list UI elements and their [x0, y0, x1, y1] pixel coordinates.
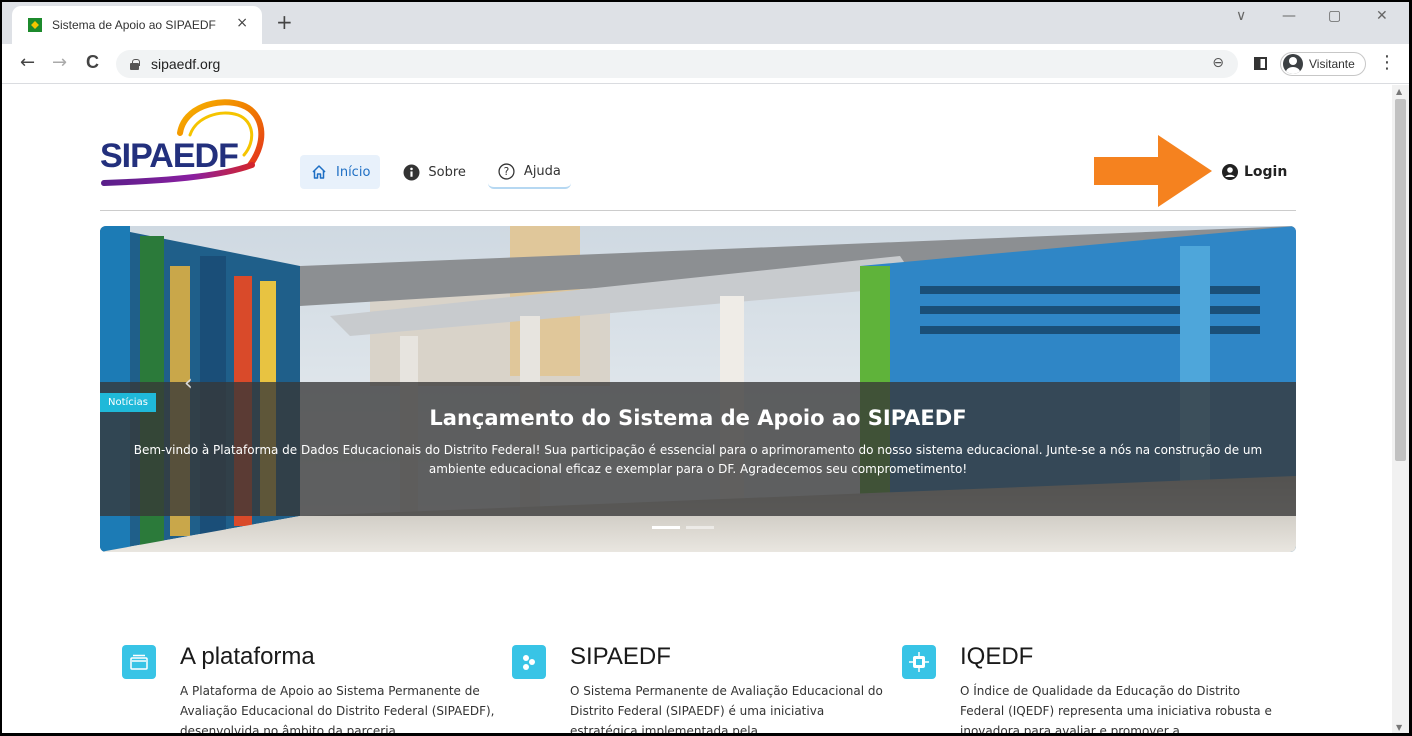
hero-carousel[interactable]: Notícias ‹ Lançamento do Sistema de Apoi… — [100, 226, 1296, 552]
tab-search-icon[interactable]: ∨ — [1236, 8, 1246, 24]
feature-iqedf: IQEDF O Índice de Qualidade da Educação … — [902, 643, 1292, 736]
close-window-button[interactable]: ✕ — [1376, 8, 1388, 24]
tab-title: Sistema de Apoio ao SIPAEDF — [52, 18, 216, 32]
network-icon — [512, 645, 546, 679]
feature-title: IQEDF — [960, 643, 1034, 670]
features-section: A plataforma A Plataforma de Apoio ao Si… — [122, 643, 1292, 736]
scroll-thumb[interactable] — [1395, 99, 1406, 461]
browser-toolbar: ← → C sipaedf.org ⊖ Visitante ⋮ — [0, 44, 1412, 84]
orange-arrow-icon — [1094, 135, 1212, 207]
carousel-indicators — [652, 526, 714, 529]
svg-text:?: ? — [504, 165, 510, 178]
reload-button[interactable]: C — [86, 52, 99, 73]
url-text: sipaedf.org — [151, 56, 221, 72]
site-logo[interactable]: SIPAEDF — [100, 97, 270, 189]
logo-text: SIPAEDF — [100, 137, 239, 175]
hero-title: Lançamento do Sistema de Apoio ao SIPAED… — [429, 406, 967, 430]
profile-name: Visitante — [1309, 57, 1355, 71]
feature-plataforma: A plataforma A Plataforma de Apoio ao Si… — [122, 643, 512, 736]
site-favicon-icon — [28, 18, 42, 32]
browser-menu-icon[interactable]: ⋮ — [1378, 52, 1396, 73]
carousel-prev-icon[interactable]: ‹ — [184, 371, 193, 396]
feature-text: O Sistema Permanente de Avaliação Educac… — [570, 684, 883, 736]
info-icon — [402, 163, 420, 181]
browser-tab[interactable]: Sistema de Apoio ao SIPAEDF × — [12, 6, 262, 44]
main-nav: Início Sobre ? Ajuda — [300, 155, 571, 189]
nav-label-sobre: Sobre — [428, 164, 466, 180]
lock-icon — [130, 58, 140, 70]
back-button[interactable]: ← — [20, 52, 35, 73]
scroll-down-icon[interactable]: ▼ — [1396, 723, 1402, 732]
feature-title: A plataforma — [180, 643, 315, 670]
side-panel-icon[interactable] — [1254, 57, 1267, 70]
page-viewport: SIPAEDF Início Sobre ? Ajuda Login Notíc… — [0, 85, 1392, 736]
user-circle-icon — [1222, 164, 1238, 180]
browser-tabstrip: Sistema de Apoio ao SIPAEDF × + ∨ — ▢ ✕ — [0, 0, 1412, 44]
feature-title: SIPAEDF — [570, 643, 671, 670]
feature-text: A Plataforma de Apoio ao Sistema Permane… — [180, 684, 495, 736]
zoom-icon[interactable]: ⊖ — [1212, 55, 1224, 71]
home-icon — [310, 163, 328, 181]
nav-label-inicio: Início — [336, 164, 371, 180]
nav-label-ajuda: Ajuda — [523, 163, 561, 179]
login-label: Login — [1244, 164, 1288, 180]
profile-button[interactable]: Visitante — [1280, 52, 1366, 76]
minimize-button[interactable]: — — [1282, 8, 1296, 24]
help-icon: ? — [498, 162, 516, 180]
scroll-up-icon[interactable]: ▲ — [1396, 87, 1402, 96]
carousel-indicator[interactable] — [652, 526, 680, 529]
nav-item-ajuda[interactable]: ? Ajuda — [487, 155, 571, 189]
feature-text: O Índice de Qualidade da Educação do Dis… — [960, 684, 1272, 736]
chip-icon — [902, 645, 936, 679]
forward-button[interactable]: → — [52, 52, 67, 73]
avatar-icon — [1283, 54, 1303, 74]
page-scrollbar[interactable]: ▲ ▼ — [1392, 85, 1409, 736]
feature-sipaedf: SIPAEDF O Sistema Permanente de Avaliaçã… — [512, 643, 902, 736]
nav-item-sobre[interactable]: Sobre — [392, 155, 476, 189]
tab-close-icon[interactable]: × — [236, 15, 248, 31]
folder-icon — [122, 645, 156, 679]
hero-text: Bem-vindo à Plataforma de Dados Educacio… — [133, 443, 1263, 476]
login-link[interactable]: Login — [1222, 164, 1287, 180]
carousel-indicator[interactable] — [686, 526, 714, 529]
restore-button[interactable]: ▢ — [1328, 8, 1341, 24]
header-divider — [100, 210, 1296, 211]
address-bar[interactable]: sipaedf.org ⊖ — [116, 50, 1238, 78]
nav-item-inicio[interactable]: Início — [300, 155, 381, 189]
new-tab-button[interactable]: + — [276, 10, 293, 34]
